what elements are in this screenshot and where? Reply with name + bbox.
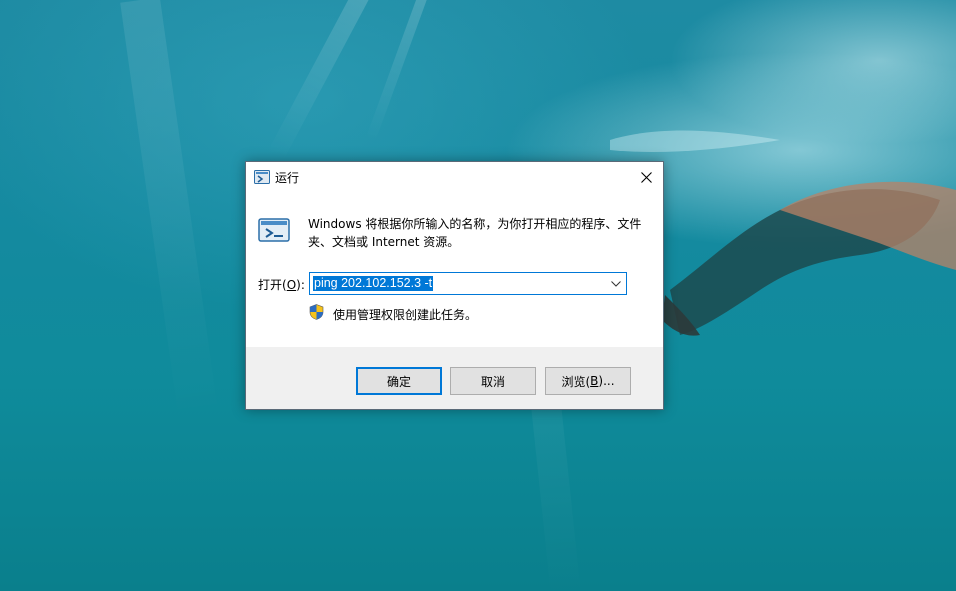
light-ray xyxy=(267,0,377,161)
browse-label-prefix: 浏览( xyxy=(561,374,591,389)
close-button[interactable] xyxy=(629,162,663,192)
chevron-down-icon xyxy=(610,280,621,287)
command-combobox[interactable]: ping 202.102.152.3 -t xyxy=(309,272,627,295)
dropdown-button[interactable] xyxy=(607,275,624,292)
close-icon xyxy=(640,171,652,183)
dialog-description: Windows 将根据你所输入的名称，为你打开相应的程序、文件夹、文档或 Int… xyxy=(308,217,642,249)
uac-shield-icon xyxy=(309,304,324,320)
title-bar[interactable]: 运行 xyxy=(246,162,663,192)
open-label-suffix: ): xyxy=(296,278,305,292)
open-label-accelerator: O xyxy=(286,278,297,292)
light-ray xyxy=(365,0,430,143)
open-label-prefix: 打开( xyxy=(258,278,287,292)
open-label: 打开(O): xyxy=(258,276,305,293)
light-ray xyxy=(120,0,219,419)
command-input[interactable]: ping 202.102.152.3 -t xyxy=(313,276,434,291)
admin-privilege-note: 使用管理权限创建此任务。 xyxy=(333,308,478,322)
browse-label-accelerator: B xyxy=(590,374,599,388)
ok-button[interactable]: 确定 xyxy=(356,367,442,395)
cancel-button[interactable]: 取消 xyxy=(450,367,536,395)
browse-label-suffix: )... xyxy=(598,374,615,388)
dialog-title: 运行 xyxy=(275,171,300,185)
run-dialog: 运行 Windows 将根据你所输入的名称，为你打开相应的程序、文件夹、文档或 … xyxy=(245,161,664,410)
button-bar: 确定 取消 浏览(B)... xyxy=(246,347,663,409)
run-icon xyxy=(254,170,270,184)
run-icon xyxy=(258,218,290,242)
browse-button[interactable]: 浏览(B)... xyxy=(545,367,631,395)
